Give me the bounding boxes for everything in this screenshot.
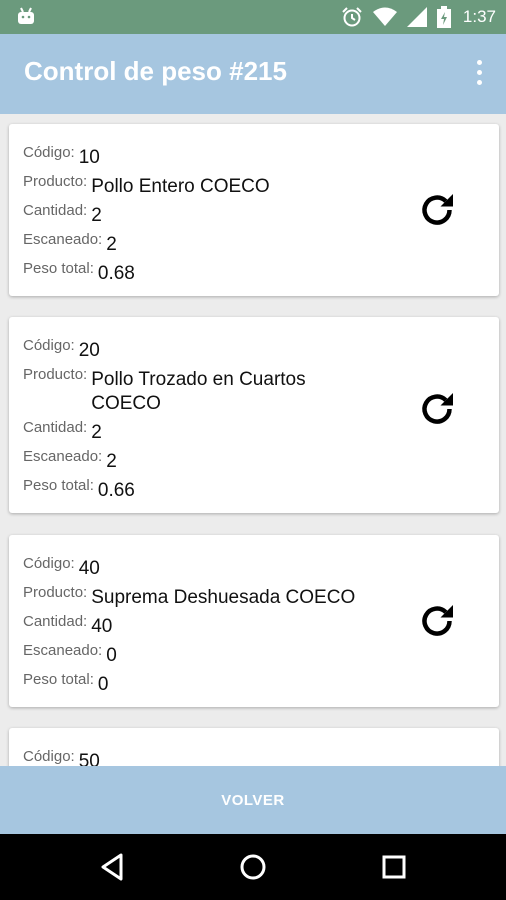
recents-icon[interactable] <box>377 850 411 884</box>
peso-total-value: 0 <box>97 674 109 695</box>
peso-total-row: Peso total: 0 <box>23 667 393 697</box>
navigation-bar <box>0 834 506 900</box>
producto-row: Producto: Pollo Trozado en Cuartos COECO <box>23 362 393 416</box>
page-title: Control de peso #215 <box>24 56 287 86</box>
producto-row: Producto: Suprema Deshuesada COECO <box>23 580 393 610</box>
codigo-row: Código: 20 <box>23 333 393 363</box>
codigo-value: 50 <box>78 751 100 766</box>
escaneado-row: Escaneado: 0 <box>23 638 393 668</box>
producto-label: Producto: <box>23 366 88 383</box>
status-bar: 1:37 <box>0 0 506 34</box>
cantidad-row: Cantidad: 40 <box>23 609 393 639</box>
wifi-icon <box>372 7 397 26</box>
escaneado-label: Escaneado: <box>23 231 103 248</box>
list-item: Código: 50 <box>9 728 499 766</box>
peso-total-label: Peso total: <box>23 477 94 494</box>
list-item: Código: 20 Producto: Pollo Trozado en Cu… <box>9 317 499 513</box>
refresh-icon[interactable] <box>415 387 459 431</box>
producto-value: Pollo Trozado en Cuartos COECO <box>91 369 306 414</box>
battery-icon <box>436 6 451 28</box>
producto-row: Producto: Pollo Entero COECO <box>23 169 393 199</box>
android-icon <box>18 7 34 24</box>
peso-total-value: 0.68 <box>97 263 135 284</box>
codigo-label: Código: <box>23 337 75 354</box>
cantidad-value: 40 <box>91 616 113 637</box>
cantidad-label: Cantidad: <box>23 202 88 219</box>
codigo-label: Código: <box>23 748 75 765</box>
producto-value: Pollo Entero COECO <box>91 176 270 197</box>
home-icon[interactable] <box>236 850 270 884</box>
escaneado-value: 2 <box>106 451 117 472</box>
volver-button[interactable]: VOLVER <box>0 766 506 834</box>
codigo-value: 40 <box>78 558 100 579</box>
escaneado-value: 2 <box>106 234 117 255</box>
clock: 1:37 <box>462 7 496 26</box>
codigo-row: Código: 10 <box>23 140 393 170</box>
overflow-menu-icon[interactable] <box>474 60 484 88</box>
producto-value: Suprema Deshuesada COECO <box>91 587 356 608</box>
codigo-row: Código: 40 <box>23 551 393 581</box>
codigo-value: 10 <box>78 147 100 168</box>
product-list[interactable]: Código: 10 Producto: Pollo Entero COECO … <box>0 114 506 766</box>
alarm-icon <box>342 7 362 27</box>
refresh-icon[interactable] <box>415 599 459 643</box>
cantidad-label: Cantidad: <box>23 419 88 436</box>
escaneado-value: 0 <box>106 645 117 666</box>
cantidad-value: 2 <box>91 422 102 443</box>
peso-total-label: Peso total: <box>23 260 94 277</box>
peso-total-value: 0.66 <box>97 480 135 501</box>
refresh-icon[interactable] <box>415 188 459 232</box>
codigo-value: 20 <box>78 340 100 361</box>
cantidad-row: Cantidad: 2 <box>23 415 393 445</box>
volver-label: VOLVER <box>221 791 285 809</box>
cantidad-value: 2 <box>91 205 102 226</box>
escaneado-label: Escaneado: <box>23 448 103 465</box>
peso-total-label: Peso total: <box>23 671 94 688</box>
signal-icon <box>406 7 427 27</box>
list-item: Código: 40 Producto: Suprema Deshuesada … <box>9 535 499 707</box>
app-bar: Control de peso #215 <box>0 34 506 114</box>
escaneado-label: Escaneado: <box>23 642 103 659</box>
escaneado-row: Escaneado: 2 <box>23 227 393 257</box>
back-icon[interactable] <box>96 850 130 884</box>
cantidad-label: Cantidad: <box>23 613 88 630</box>
codigo-label: Código: <box>23 555 75 572</box>
cantidad-row: Cantidad: 2 <box>23 198 393 228</box>
producto-label: Producto: <box>23 584 88 601</box>
codigo-row: Código: 50 <box>23 744 393 766</box>
peso-total-row: Peso total: 0.68 <box>23 256 393 286</box>
peso-total-row: Peso total: 0.66 <box>23 473 393 503</box>
codigo-label: Código: <box>23 144 75 161</box>
escaneado-row: Escaneado: 2 <box>23 444 393 474</box>
producto-label: Producto: <box>23 173 88 190</box>
list-item: Código: 10 Producto: Pollo Entero COECO … <box>9 124 499 296</box>
